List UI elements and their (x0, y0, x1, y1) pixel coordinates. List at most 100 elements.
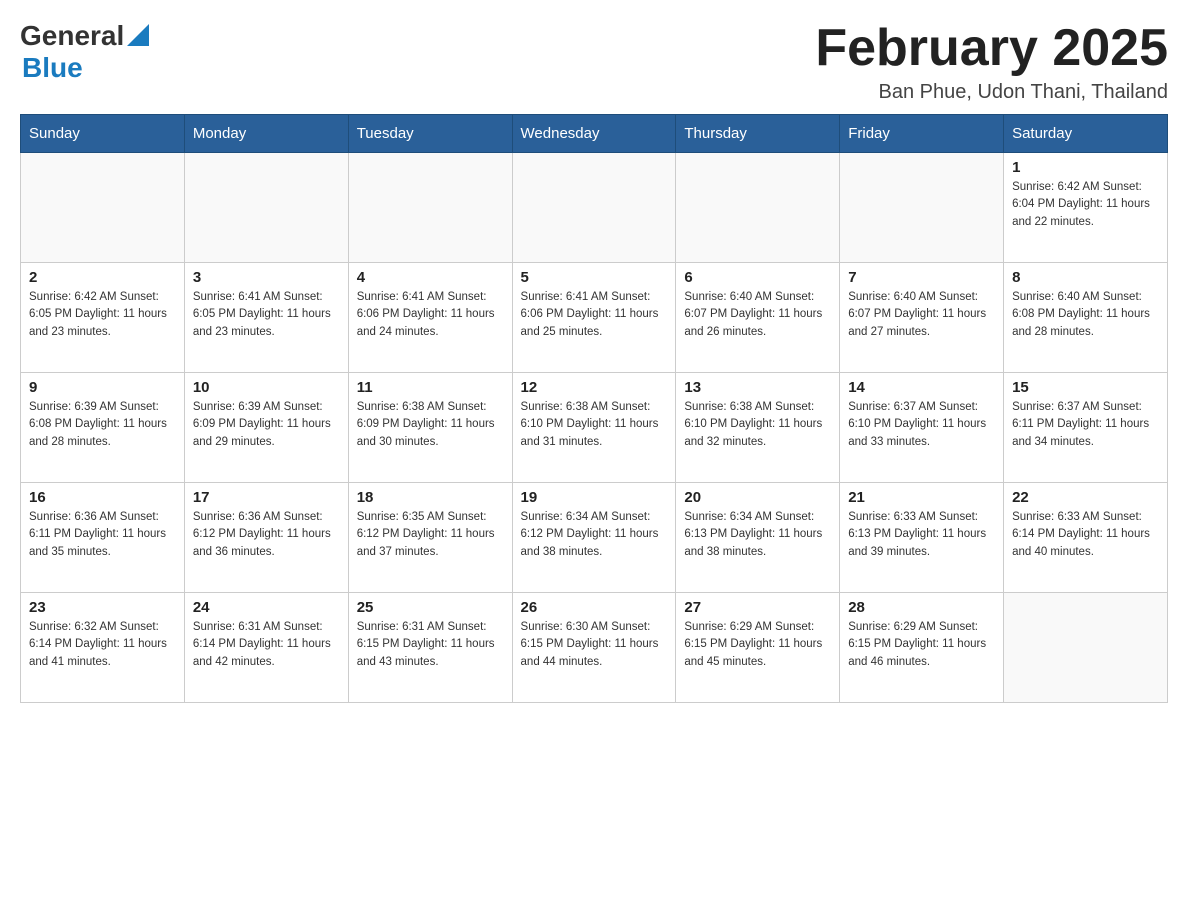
day-info: Sunrise: 6:40 AM Sunset: 6:07 PM Dayligh… (684, 289, 831, 341)
calendar-day-cell: 12 Sunrise: 6:38 AM Sunset: 6:10 PM Dayli… (512, 373, 676, 483)
day-info: Sunrise: 6:41 AM Sunset: 6:06 PM Dayligh… (357, 289, 504, 341)
day-info: Sunrise: 6:37 AM Sunset: 6:11 PM Dayligh… (1012, 399, 1159, 451)
day-number: 16 (29, 489, 176, 506)
day-info: Sunrise: 6:29 AM Sunset: 6:15 PM Dayligh… (848, 619, 995, 671)
calendar-day-cell: 14 Sunrise: 6:37 AM Sunset: 6:10 PM Dayli… (840, 373, 1004, 483)
calendar-week-row: 2 Sunrise: 6:42 AM Sunset: 6:05 PM Daylig… (21, 263, 1168, 373)
calendar-day-cell: 10 Sunrise: 6:39 AM Sunset: 6:09 PM Dayli… (184, 373, 348, 483)
day-number: 26 (521, 599, 668, 616)
calendar-day-cell: 6 Sunrise: 6:40 AM Sunset: 6:07 PM Daylig… (676, 263, 840, 373)
day-number: 6 (684, 269, 831, 286)
calendar-day-cell (348, 153, 512, 263)
calendar-day-cell: 27Sunrise: 6:29 AM Sunset: 6:15 PM Dayli… (676, 593, 840, 703)
day-info: Sunrise: 6:37 AM Sunset: 6:10 PM Dayligh… (848, 399, 995, 451)
day-number: 28 (848, 599, 995, 616)
logo-blue-text: Blue (22, 52, 83, 84)
day-number: 10 (193, 379, 340, 396)
calendar-day-cell: 8 Sunrise: 6:40 AM Sunset: 6:08 PM Daylig… (1004, 263, 1168, 373)
calendar-day-cell: 25 Sunrise: 6:31 AM Sunset: 6:15 PM Dayli… (348, 593, 512, 703)
calendar-week-row: 9 Sunrise: 6:39 AM Sunset: 6:08 PM Daylig… (21, 373, 1168, 483)
calendar-day-header: Saturday (1004, 115, 1168, 153)
calendar-day-header: Sunday (21, 115, 185, 153)
location: Ban Phue, Udon Thani, Thailand (815, 81, 1168, 104)
calendar-day-cell (676, 153, 840, 263)
day-number: 17 (193, 489, 340, 506)
day-number: 27 (684, 599, 831, 616)
calendar-day-cell: 9 Sunrise: 6:39 AM Sunset: 6:08 PM Daylig… (21, 373, 185, 483)
logo-general-text: General (20, 20, 124, 52)
day-info: Sunrise: 6:41 AM Sunset: 6:06 PM Dayligh… (521, 289, 668, 341)
calendar-day-cell: 18 Sunrise: 6:35 AM Sunset: 6:12 PM Dayli… (348, 483, 512, 593)
calendar-day-cell (1004, 593, 1168, 703)
day-number: 22 (1012, 489, 1159, 506)
day-number: 11 (357, 379, 504, 396)
day-info: Sunrise: 6:38 AM Sunset: 6:10 PM Dayligh… (684, 399, 831, 451)
day-info: Sunrise: 6:34 AM Sunset: 6:13 PM Dayligh… (684, 509, 831, 561)
calendar-day-cell: 22Sunrise: 6:33 AM Sunset: 6:14 PM Dayli… (1004, 483, 1168, 593)
day-info: Sunrise: 6:38 AM Sunset: 6:09 PM Dayligh… (357, 399, 504, 451)
calendar-day-cell: 21 Sunrise: 6:33 AM Sunset: 6:13 PM Dayli… (840, 483, 1004, 593)
day-number: 1 (1012, 159, 1159, 176)
day-info: Sunrise: 6:42 AM Sunset: 6:04 PM Dayligh… (1012, 179, 1159, 231)
calendar-day-cell: 1 Sunrise: 6:42 AM Sunset: 6:04 PM Daylig… (1004, 153, 1168, 263)
calendar-day-cell: 28 Sunrise: 6:29 AM Sunset: 6:15 PM Dayli… (840, 593, 1004, 703)
title-section: February 2025 Ban Phue, Udon Thani, Thai… (815, 20, 1168, 104)
calendar-day-cell: 23Sunrise: 6:32 AM Sunset: 6:14 PM Dayli… (21, 593, 185, 703)
day-info: Sunrise: 6:36 AM Sunset: 6:12 PM Dayligh… (193, 509, 340, 561)
day-number: 9 (29, 379, 176, 396)
calendar-day-cell: 11 Sunrise: 6:38 AM Sunset: 6:09 PM Dayli… (348, 373, 512, 483)
calendar-day-cell: 17 Sunrise: 6:36 AM Sunset: 6:12 PM Dayli… (184, 483, 348, 593)
calendar-day-header: Thursday (676, 115, 840, 153)
day-info: Sunrise: 6:30 AM Sunset: 6:15 PM Dayligh… (521, 619, 668, 671)
day-number: 3 (193, 269, 340, 286)
day-info: Sunrise: 6:35 AM Sunset: 6:12 PM Dayligh… (357, 509, 504, 561)
day-info: Sunrise: 6:31 AM Sunset: 6:15 PM Dayligh… (357, 619, 504, 671)
calendar-day-cell (840, 153, 1004, 263)
calendar-header-row: SundayMondayTuesdayWednesdayThursdayFrid… (21, 115, 1168, 153)
day-number: 13 (684, 379, 831, 396)
calendar-day-cell: 2 Sunrise: 6:42 AM Sunset: 6:05 PM Daylig… (21, 263, 185, 373)
day-info: Sunrise: 6:40 AM Sunset: 6:08 PM Dayligh… (1012, 289, 1159, 341)
calendar-day-header: Tuesday (348, 115, 512, 153)
day-number: 7 (848, 269, 995, 286)
calendar-day-header: Wednesday (512, 115, 676, 153)
day-number: 8 (1012, 269, 1159, 286)
day-number: 14 (848, 379, 995, 396)
day-info: Sunrise: 6:38 AM Sunset: 6:10 PM Dayligh… (521, 399, 668, 451)
calendar-day-cell (184, 153, 348, 263)
day-info: Sunrise: 6:42 AM Sunset: 6:05 PM Dayligh… (29, 289, 176, 341)
day-number: 12 (521, 379, 668, 396)
day-info: Sunrise: 6:39 AM Sunset: 6:08 PM Dayligh… (29, 399, 176, 451)
calendar-day-cell: 24Sunrise: 6:31 AM Sunset: 6:14 PM Dayli… (184, 593, 348, 703)
calendar-table: SundayMondayTuesdayWednesdayThursdayFrid… (20, 114, 1168, 703)
day-info: Sunrise: 6:39 AM Sunset: 6:09 PM Dayligh… (193, 399, 340, 451)
day-info: Sunrise: 6:31 AM Sunset: 6:14 PM Dayligh… (193, 619, 340, 671)
calendar-day-header: Monday (184, 115, 348, 153)
calendar-day-cell: 15Sunrise: 6:37 AM Sunset: 6:11 PM Dayli… (1004, 373, 1168, 483)
day-number: 21 (848, 489, 995, 506)
day-info: Sunrise: 6:33 AM Sunset: 6:13 PM Dayligh… (848, 509, 995, 561)
day-number: 5 (521, 269, 668, 286)
logo: General Blue (20, 20, 149, 84)
calendar-day-cell: 20Sunrise: 6:34 AM Sunset: 6:13 PM Dayli… (676, 483, 840, 593)
day-info: Sunrise: 6:32 AM Sunset: 6:14 PM Dayligh… (29, 619, 176, 671)
page-header: General Blue February 2025 Ban Phue, Udo… (20, 20, 1168, 104)
logo-triangle-icon (127, 24, 149, 46)
calendar-day-cell: 26 Sunrise: 6:30 AM Sunset: 6:15 PM Dayli… (512, 593, 676, 703)
day-info: Sunrise: 6:36 AM Sunset: 6:11 PM Dayligh… (29, 509, 176, 561)
calendar-week-row: 16 Sunrise: 6:36 AM Sunset: 6:11 PM Dayli… (21, 483, 1168, 593)
calendar-day-cell: 19Sunrise: 6:34 AM Sunset: 6:12 PM Dayli… (512, 483, 676, 593)
day-number: 25 (357, 599, 504, 616)
day-number: 4 (357, 269, 504, 286)
calendar-day-cell (21, 153, 185, 263)
day-info: Sunrise: 6:34 AM Sunset: 6:12 PM Dayligh… (521, 509, 668, 561)
day-number: 18 (357, 489, 504, 506)
calendar-day-cell: 5 Sunrise: 6:41 AM Sunset: 6:06 PM Daylig… (512, 263, 676, 373)
calendar-day-header: Friday (840, 115, 1004, 153)
calendar-day-cell (512, 153, 676, 263)
day-number: 2 (29, 269, 176, 286)
day-info: Sunrise: 6:41 AM Sunset: 6:05 PM Dayligh… (193, 289, 340, 341)
calendar-day-cell: 7Sunrise: 6:40 AM Sunset: 6:07 PM Daylig… (840, 263, 1004, 373)
calendar-day-cell: 4 Sunrise: 6:41 AM Sunset: 6:06 PM Daylig… (348, 263, 512, 373)
month-title: February 2025 (815, 20, 1168, 77)
